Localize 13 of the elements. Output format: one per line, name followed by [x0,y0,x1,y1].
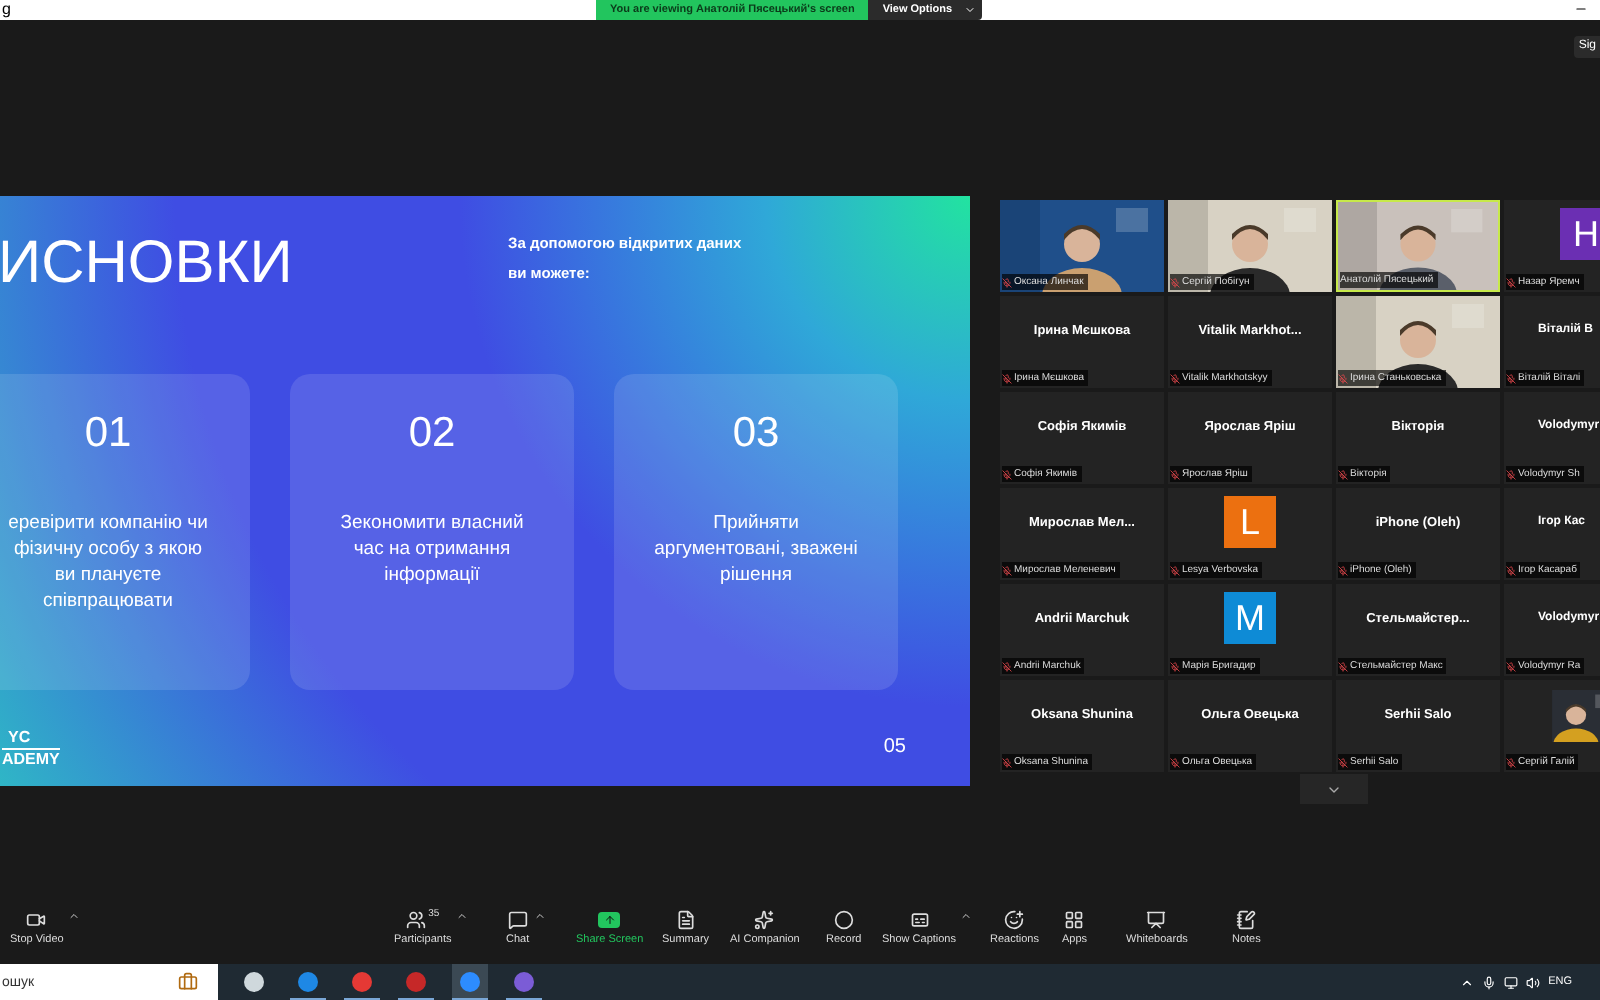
card-text: Прийняти аргументовані, зважені рішення [652,510,860,588]
card-number: 01 [84,408,132,460]
avatar: Н [1560,208,1600,260]
card-number: 02 [408,408,456,460]
window-title: g [0,0,11,18]
slide-logo: YC ADEMY [2,728,60,770]
avatar: M [1224,592,1276,644]
card-text: еревірити компанію чи фізичну особу з якою ви плануєте співпрацювати [6,510,210,614]
slide-page-number: 05 [883,734,906,762]
card-text: Зекономити власний час на отримання інформації [338,510,526,588]
slide-title: ИСНОВКИ [0,228,295,300]
avatar: L [1224,496,1276,548]
card-number: 03 [732,408,780,460]
